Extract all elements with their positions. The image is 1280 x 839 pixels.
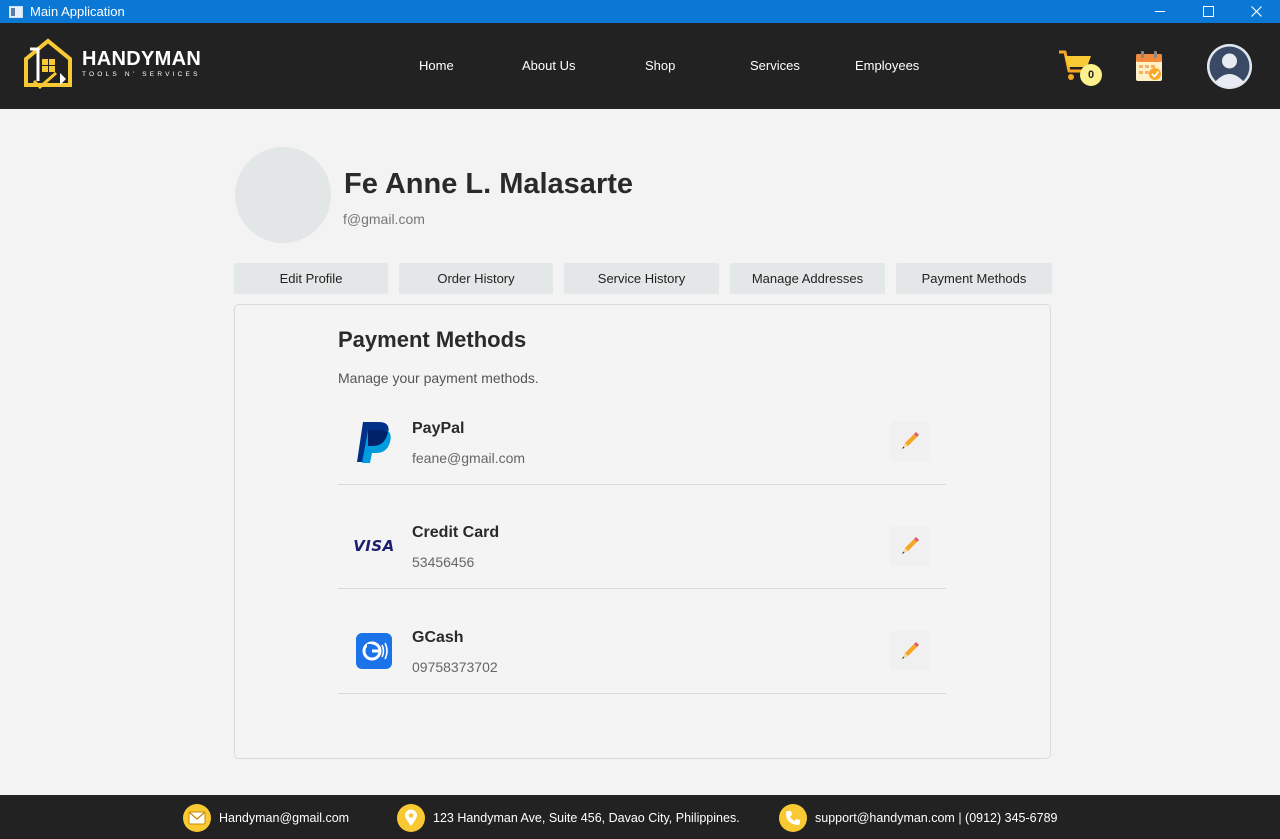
location-pin-icon [397, 804, 425, 832]
footer-email: Handyman@gmail.com [183, 804, 349, 832]
visa-icon: VISA [353, 537, 395, 555]
profile-email: f@gmail.com [343, 211, 425, 227]
nav-home[interactable]: Home [419, 58, 454, 73]
top-navbar: HANDYMAN TOOLS N' SERVICES Home About Us… [0, 23, 1280, 109]
phone-icon [779, 804, 807, 832]
footer-support-text: support@handyman.com | (0912) 345-6789 [815, 811, 1058, 825]
brand-name: HANDYMAN [82, 47, 202, 70]
edit-payment-button[interactable] [890, 421, 930, 461]
calendar-button[interactable] [1135, 50, 1163, 87]
pencil-icon [902, 537, 919, 554]
calendar-icon [1136, 51, 1162, 81]
tab-edit-profile[interactable]: Edit Profile [234, 263, 388, 294]
footer: Handyman@gmail.com 123 Handyman Ave, Sui… [0, 795, 1280, 839]
panel-title: Payment Methods [338, 327, 527, 352]
cart-count-badge: 0 [1080, 64, 1102, 86]
maximize-button[interactable] [1184, 0, 1232, 23]
payment-method-row: PayPal feane@gmail.com [338, 380, 946, 485]
brand-tagline: TOOLS N' SERVICES [82, 70, 201, 78]
footer-address-text: 123 Handyman Ave, Suite 456, Davao City,… [433, 811, 740, 825]
paypal-icon [354, 420, 394, 464]
footer-email-text: Handyman@gmail.com [219, 811, 350, 825]
nav-about-us[interactable]: About Us [522, 58, 575, 73]
tab-order-history[interactable]: Order History [399, 263, 553, 294]
window-title: Main Application [30, 4, 125, 19]
pencil-icon [902, 642, 919, 659]
profile-name: Fe Anne L. Malasarte [344, 168, 634, 200]
user-avatar-icon [1207, 44, 1252, 89]
footer-address: 123 Handyman Ave, Suite 456, Davao City,… [397, 804, 740, 832]
close-icon [1250, 6, 1262, 17]
payment-method-name: PayPal [412, 420, 465, 437]
window-controls [1136, 0, 1280, 23]
payment-method-detail: 53456456 [412, 554, 475, 570]
tab-service-history[interactable]: Service History [564, 263, 719, 294]
window-titlebar: Main Application [0, 0, 1280, 23]
payment-method-detail: feane@gmail.com [412, 450, 526, 466]
app-window-icon [9, 5, 23, 18]
tab-manage-addresses[interactable]: Manage Addresses [730, 263, 885, 294]
user-avatar-button[interactable] [1207, 44, 1252, 89]
brand-logo[interactable]: HANDYMAN TOOLS N' SERVICES [20, 37, 201, 89]
nav-employees[interactable]: Employees [855, 58, 919, 73]
payment-method-row: VISA Credit Card 53456456 [338, 484, 946, 589]
gcash-icon [354, 629, 394, 673]
edit-payment-button[interactable] [890, 526, 930, 566]
payment-method-row: GCash 09758373702 [338, 589, 946, 694]
pencil-icon [902, 432, 919, 449]
tab-payment-methods[interactable]: Payment Methods [896, 263, 1052, 294]
profile-avatar [235, 147, 331, 243]
payment-method-name: Credit Card [412, 524, 500, 541]
payment-method-name: GCash [412, 629, 464, 646]
footer-support: support@handyman.com | (0912) 345-6789 [779, 804, 1057, 832]
payment-method-detail: 09758373702 [412, 659, 498, 675]
mail-icon [183, 804, 211, 832]
close-button[interactable] [1232, 0, 1280, 23]
edit-payment-button[interactable] [890, 631, 930, 671]
nav-services[interactable]: Services [750, 58, 800, 73]
house-tools-icon [24, 38, 72, 89]
nav-shop[interactable]: Shop [645, 58, 675, 73]
minimize-button[interactable] [1136, 0, 1184, 23]
